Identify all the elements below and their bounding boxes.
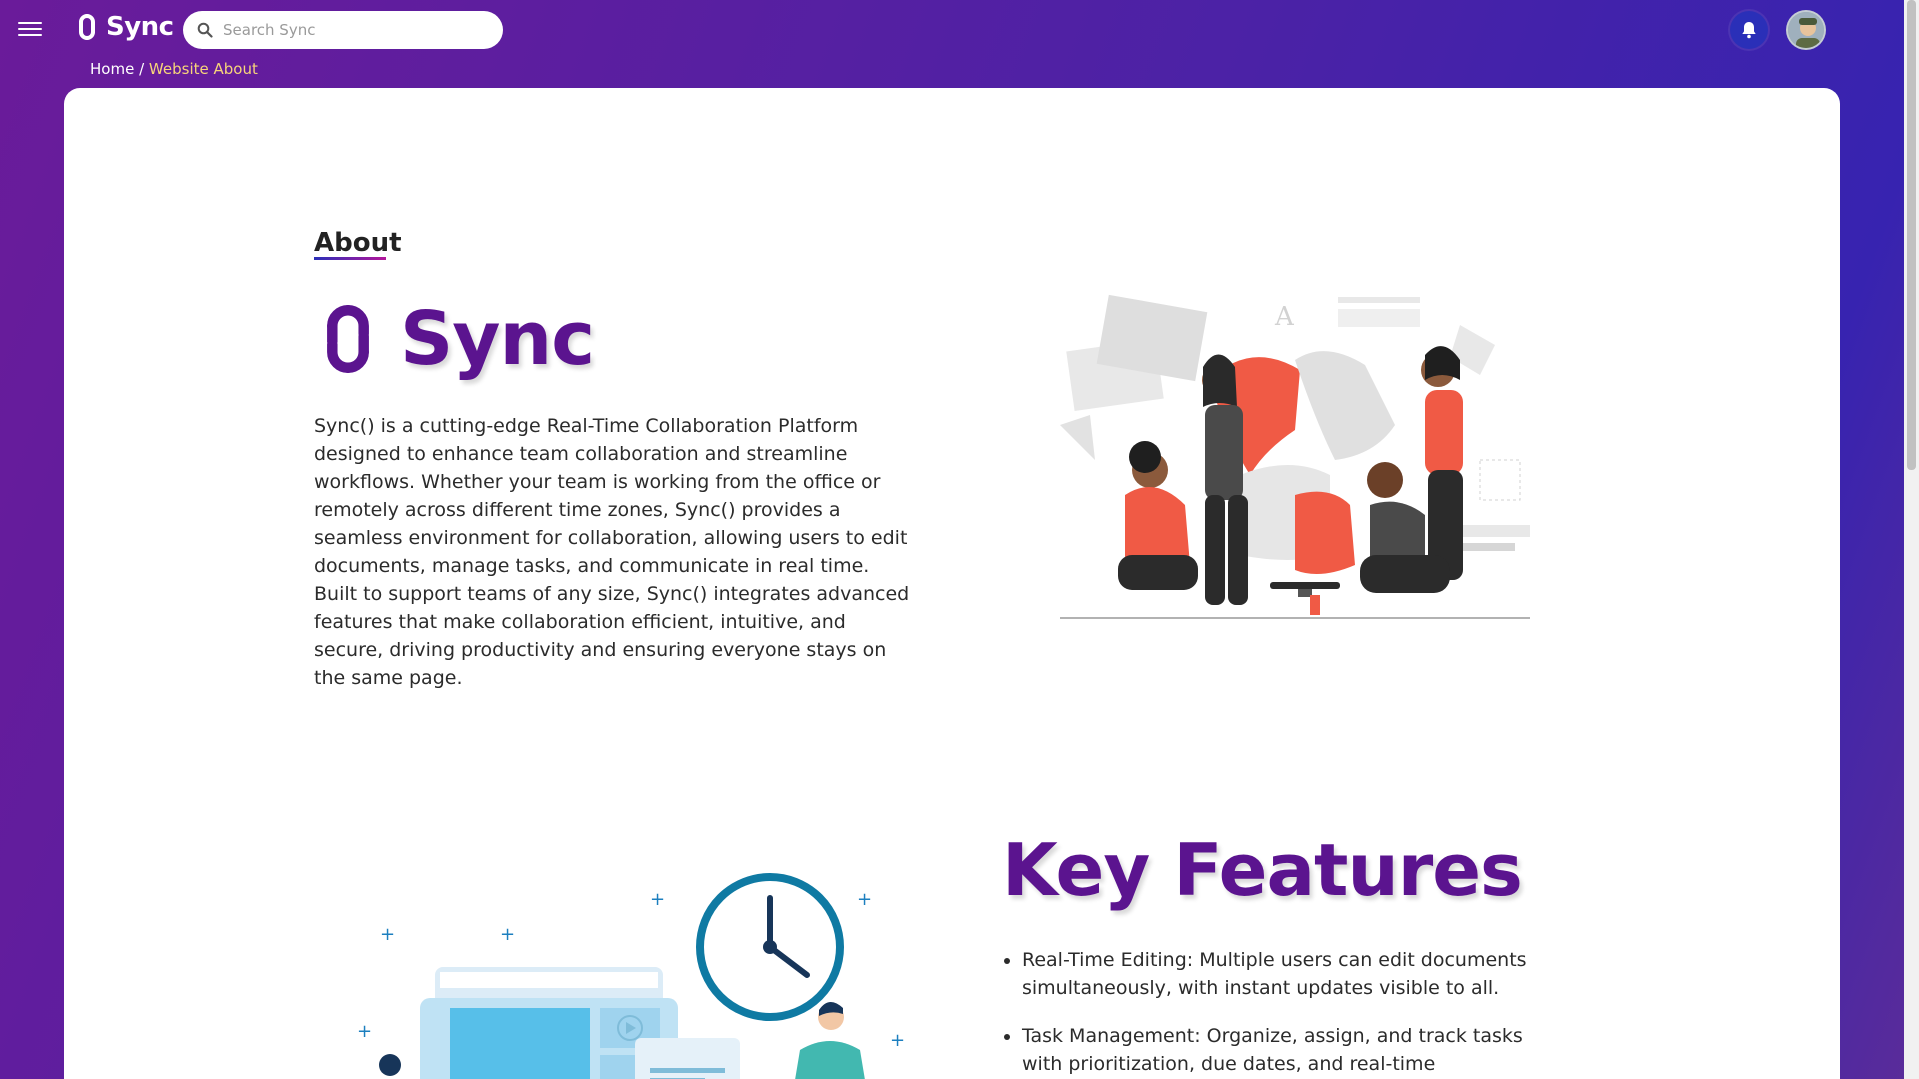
key-features-list: Real-Time Editing: Multiple users can ed…: [1022, 946, 1562, 1079]
app-logo[interactable]: Sync: [74, 12, 174, 42]
productivity-illustration: + + + + + +: [357, 873, 905, 1079]
breadcrumb-current: Website About: [148, 60, 258, 78]
search-bar: [183, 11, 503, 49]
breadcrumb-separator: /: [139, 60, 145, 78]
svg-text:+: +: [857, 889, 872, 910]
app-name: Sync: [106, 12, 174, 42]
list-item: Task Management: Organize, assign, and t…: [1022, 1022, 1562, 1079]
page-scrollbar[interactable]: [1904, 0, 1919, 1079]
search-input[interactable]: [223, 21, 493, 39]
brand-title: Sync: [314, 296, 595, 382]
brand-name: Sync: [400, 296, 595, 382]
about-description: Sync() is a cutting-edge Real-Time Colla…: [314, 415, 910, 689]
breadcrumb-home[interactable]: Home: [90, 60, 134, 78]
avatar[interactable]: [1786, 10, 1826, 50]
sync-logo-icon: [327, 305, 369, 373]
svg-text:+: +: [380, 924, 395, 945]
avatar-image: [1788, 12, 1824, 48]
svg-text:A: A: [1274, 302, 1295, 332]
key-features-heading: Key Features: [1002, 828, 1523, 912]
scrollbar-thumb[interactable]: [1907, 0, 1916, 470]
sync-logo-icon: [79, 14, 95, 40]
top-bar: Sync: [0, 0, 1919, 60]
list-item: Real-Time Editing: Multiple users can ed…: [1022, 946, 1562, 1002]
svg-text:+: +: [357, 1021, 372, 1042]
team-puzzle-illustration: A: [1060, 294, 1530, 619]
bell-icon: [1742, 22, 1756, 39]
menu-icon[interactable]: [18, 18, 46, 42]
svg-text:+: +: [890, 1030, 905, 1051]
notifications-button[interactable]: [1730, 11, 1768, 49]
about-heading: About: [314, 228, 402, 258]
svg-text:+: +: [500, 924, 515, 945]
svg-text:+: +: [650, 889, 665, 910]
breadcrumb: Home / Website About: [90, 60, 258, 78]
about-underline: [314, 257, 386, 260]
search-icon: [197, 22, 213, 38]
